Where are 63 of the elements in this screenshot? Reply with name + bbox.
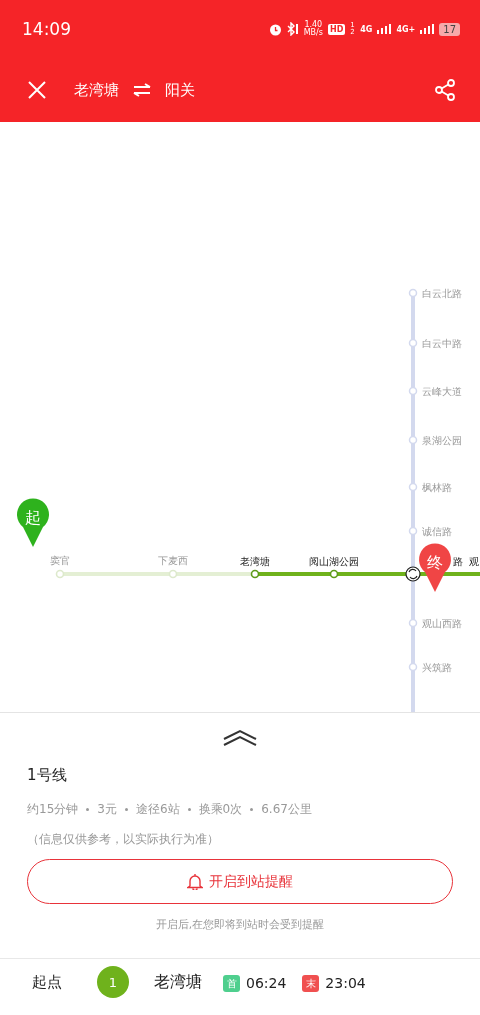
- origin-station[interactable]: 老湾塘: [74, 80, 119, 100]
- status-time: 14:09: [22, 19, 71, 39]
- station-label[interactable]: 下麦西: [158, 555, 188, 566]
- hd-badge: HD: [327, 23, 346, 35]
- station-dot: [408, 386, 418, 396]
- first-train-tag: 首: [223, 975, 240, 992]
- reminder-hint: 开启后,在您即将到站时会受到提醒: [154, 918, 326, 932]
- station-dot: [408, 526, 418, 536]
- signal-icon: [420, 24, 435, 34]
- station-dot: [408, 618, 418, 628]
- station-name: 老湾塘: [154, 971, 202, 993]
- station-label[interactable]: 窦官: [50, 555, 70, 566]
- line-name: 1号线: [27, 766, 68, 785]
- arrival-reminder-button[interactable]: 开启到站提醒: [27, 859, 453, 904]
- station-dot: [408, 435, 418, 445]
- station-label[interactable]: 兴筑路: [422, 662, 452, 673]
- separator-dot: [250, 808, 254, 811]
- network-speed: 1.40: [304, 21, 323, 29]
- route-stat: 约15分钟: [27, 801, 79, 818]
- station-label[interactable]: 观山西路: [422, 618, 462, 629]
- battery-level: 17: [439, 22, 460, 36]
- separator-dot: [124, 808, 128, 811]
- speed-unit: MB/s: [303, 29, 323, 37]
- bell-icon: [187, 873, 203, 890]
- station-label[interactable]: 枫林路: [422, 482, 452, 493]
- info-note: （信息仅供参考，以实际执行为准）: [27, 831, 220, 848]
- last-train-tag: 末: [302, 975, 320, 992]
- station-label[interactable]: 白云中路: [422, 338, 462, 349]
- route-stat: 途径6站: [135, 801, 180, 818]
- station-label[interactable]: 路: [453, 556, 463, 567]
- station-label[interactable]: 观: [469, 556, 479, 567]
- separator-dot: [86, 808, 90, 811]
- route-stat: 6.67公里: [261, 801, 312, 818]
- last-train-time: 23:04: [325, 974, 366, 991]
- station-label[interactable]: 云峰大道: [422, 386, 462, 397]
- station-label[interactable]: 白云北路: [422, 288, 462, 299]
- station-dot: [408, 288, 418, 298]
- station-label[interactable]: 阅山湖公园: [309, 556, 359, 567]
- station-dot: [408, 482, 418, 492]
- swap-icon[interactable]: [133, 83, 151, 97]
- station-dot: [408, 662, 418, 672]
- expand-icon[interactable]: [222, 729, 258, 747]
- alarm-icon: [268, 22, 282, 36]
- route-stat: 换乘0次: [198, 801, 243, 818]
- route-stat: 3元: [97, 801, 117, 818]
- station-label[interactable]: 泉湖公园: [422, 435, 462, 446]
- interchange-icon: [405, 566, 421, 582]
- bluetooth-icon: [286, 22, 299, 36]
- network-label: 4G+: [396, 24, 416, 34]
- line-number-badge: 1: [97, 966, 129, 998]
- share-icon[interactable]: [434, 79, 456, 101]
- close-icon[interactable]: [26, 79, 48, 101]
- first-train-time: 06:24: [246, 974, 287, 991]
- start-pin: 起: [17, 498, 49, 547]
- network-label: 4G: [360, 24, 373, 34]
- station-dot: [408, 338, 418, 348]
- end-pin: 终: [419, 543, 451, 592]
- separator-dot: [187, 808, 191, 811]
- destination-station[interactable]: 阳关: [165, 80, 195, 100]
- signal-icon: [377, 24, 392, 34]
- station-label[interactable]: 老湾塘: [240, 556, 270, 567]
- station-label[interactable]: 诚信路: [422, 526, 452, 537]
- row-label: 起点: [32, 972, 62, 992]
